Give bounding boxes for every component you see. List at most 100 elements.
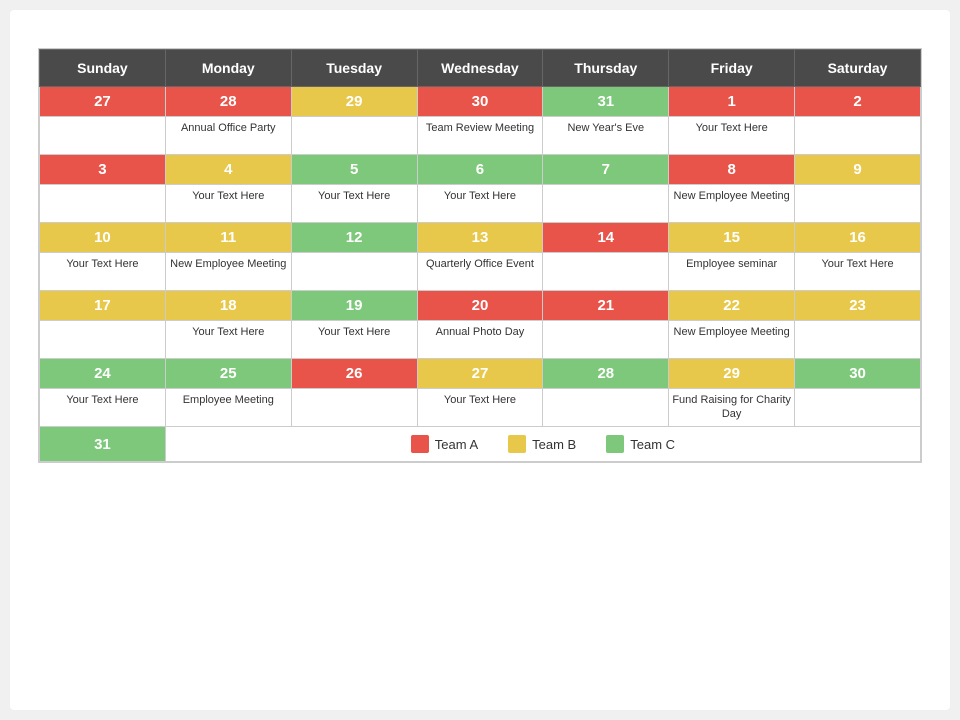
date-cell: 12: [291, 223, 417, 253]
event-cell: Team Review Meeting: [417, 117, 543, 155]
event-cell: Your Text Here: [417, 389, 543, 427]
header-cell: Tuesday: [291, 50, 417, 87]
event-cell: Your Text Here: [165, 185, 291, 223]
event-cell: Your Text Here: [165, 321, 291, 359]
event-cell: [795, 185, 921, 223]
date-cell: 24: [40, 359, 166, 389]
event-cell: Quarterly Office Event: [417, 253, 543, 291]
event-cell: [795, 117, 921, 155]
date-cell: 27: [40, 87, 166, 117]
date-cell: 25: [165, 359, 291, 389]
header-cell: Saturday: [795, 50, 921, 87]
event-cell: [40, 321, 166, 359]
date-row: 3456789: [40, 155, 921, 185]
event-cell: [40, 117, 166, 155]
date-cell: 30: [795, 359, 921, 389]
event-cell: Your Text Here: [417, 185, 543, 223]
event-row: Annual Office Party Team Review MeetingNe…: [40, 117, 921, 155]
event-cell: Your Text Here: [669, 117, 795, 155]
date-cell: 23: [795, 291, 921, 321]
date-cell: 16: [795, 223, 921, 253]
header-cell: Monday: [165, 50, 291, 87]
event-cell: [543, 321, 669, 359]
date-cell: 19: [291, 291, 417, 321]
legend-team-a: Team A: [411, 435, 478, 453]
page: SundayMondayTuesdayWednesdayThursdayFrid…: [10, 10, 950, 710]
legend-team-c: Team C: [606, 435, 675, 453]
date-cell: 20: [417, 291, 543, 321]
event-cell: Annual Office Party: [165, 117, 291, 155]
legend-team-b-label: Team B: [532, 437, 576, 452]
date-cell: 31: [543, 87, 669, 117]
legend-yellow-box: [508, 435, 526, 453]
date-cell: 13: [417, 223, 543, 253]
date-cell: 6: [417, 155, 543, 185]
event-cell: Your Text Here: [40, 389, 166, 427]
event-cell: [543, 253, 669, 291]
header-cell: Friday: [669, 50, 795, 87]
date-cell: 29: [291, 87, 417, 117]
date-cell: 26: [291, 359, 417, 389]
date-cell: 10: [40, 223, 166, 253]
event-cell: Your Text Here: [291, 321, 417, 359]
event-cell: New Employee Meeting: [669, 321, 795, 359]
date-cell: 22: [669, 291, 795, 321]
last-date-row: 31 Team A Team B Team C: [40, 427, 921, 462]
date-cell: 4: [165, 155, 291, 185]
date-row: 17181920212223: [40, 291, 921, 321]
event-cell: [795, 389, 921, 427]
legend-team-c-label: Team C: [630, 437, 675, 452]
event-cell: [795, 321, 921, 359]
date-cell: 1: [669, 87, 795, 117]
date-cell: 21: [543, 291, 669, 321]
date-cell: 28: [165, 87, 291, 117]
legend-green-box: [606, 435, 624, 453]
event-cell: Fund Raising for Charity Day: [669, 389, 795, 427]
legend-red-box: [411, 435, 429, 453]
event-row: Your Text HereYour Text HereYour Text He…: [40, 185, 921, 223]
event-cell: [291, 117, 417, 155]
date-cell: 18: [165, 291, 291, 321]
event-cell: Employee Meeting: [165, 389, 291, 427]
date-cell: 30: [417, 87, 543, 117]
date-row: 272829303112: [40, 87, 921, 117]
date-cell: 17: [40, 291, 166, 321]
date-cell: 28: [543, 359, 669, 389]
header-cell: Thursday: [543, 50, 669, 87]
date-cell: 11: [165, 223, 291, 253]
event-cell: [291, 253, 417, 291]
event-row: Your Text HereNew Employee MeetingQuarte…: [40, 253, 921, 291]
date-cell: 5: [291, 155, 417, 185]
date-cell: 14: [543, 223, 669, 253]
event-cell: [40, 185, 166, 223]
legend-team-a-label: Team A: [435, 437, 478, 452]
event-cell: New Employee Meeting: [165, 253, 291, 291]
date-cell: 2: [795, 87, 921, 117]
header-row: SundayMondayTuesdayWednesdayThursdayFrid…: [40, 50, 921, 87]
date-row: 10111213141516: [40, 223, 921, 253]
calendar: SundayMondayTuesdayWednesdayThursdayFrid…: [38, 48, 922, 463]
event-cell: Annual Photo Day: [417, 321, 543, 359]
legend-team-b: Team B: [508, 435, 576, 453]
date-cell: 3: [40, 155, 166, 185]
event-cell: [291, 389, 417, 427]
date-cell: 29: [669, 359, 795, 389]
event-cell: Employee seminar: [669, 253, 795, 291]
date-cell: 8: [669, 155, 795, 185]
date-cell: 31: [40, 427, 166, 462]
event-row: Your Text HereEmployee MeetingYour Text …: [40, 389, 921, 427]
date-cell: 27: [417, 359, 543, 389]
event-cell: New Employee Meeting: [669, 185, 795, 223]
event-cell: Your Text Here: [40, 253, 166, 291]
event-row: Your Text HereYour Text HereAnnual Photo…: [40, 321, 921, 359]
event-cell: [543, 185, 669, 223]
event-cell: Your Text Here: [795, 253, 921, 291]
header-cell: Sunday: [40, 50, 166, 87]
legend-cell: Team A Team B Team C: [165, 427, 920, 462]
header-cell: Wednesday: [417, 50, 543, 87]
date-cell: 15: [669, 223, 795, 253]
event-cell: New Year's Eve: [543, 117, 669, 155]
event-cell: [543, 389, 669, 427]
date-cell: 7: [543, 155, 669, 185]
event-cell: Your Text Here: [291, 185, 417, 223]
